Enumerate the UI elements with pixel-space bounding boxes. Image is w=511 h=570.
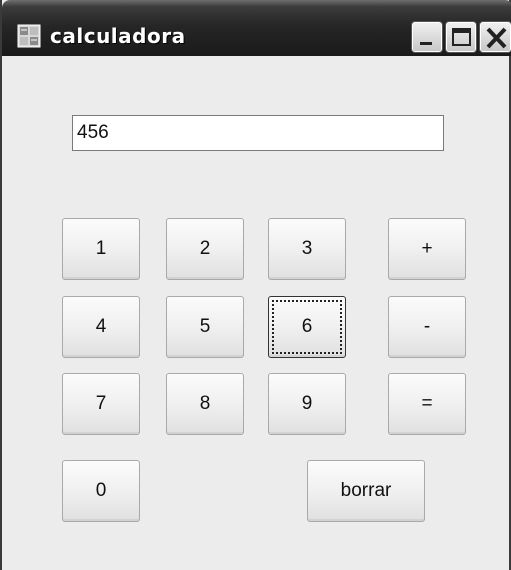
minimize-button[interactable] (412, 22, 442, 52)
close-button[interactable] (480, 22, 511, 52)
key-6-button[interactable]: 6 (268, 296, 346, 358)
key-5-button[interactable]: 5 (166, 296, 244, 358)
clear-button[interactable]: borrar (307, 460, 425, 522)
key-2-button[interactable]: 2 (166, 218, 244, 280)
key-8-button[interactable]: 8 (166, 373, 244, 435)
calculator-window: calculadora 1 2 3 + 4 5 6 - 7 8 9 = (0, 0, 511, 570)
display-field[interactable] (72, 115, 444, 151)
window-title: calculadora (50, 24, 186, 48)
calculator-window-icon[interactable] (17, 24, 41, 48)
key-9-button[interactable]: 9 (268, 373, 346, 435)
key-3-button[interactable]: 3 (268, 218, 346, 280)
title-bar[interactable]: calculadora (2, 0, 511, 56)
plus-button[interactable]: + (388, 218, 466, 280)
minimize-icon (420, 42, 432, 45)
equals-button[interactable]: = (388, 373, 466, 435)
key-7-button[interactable]: 7 (62, 373, 140, 435)
key-4-button[interactable]: 4 (62, 296, 140, 358)
key-0-button[interactable]: 0 (62, 460, 140, 522)
maximize-button[interactable] (446, 22, 476, 52)
minus-button[interactable]: - (388, 296, 466, 358)
key-1-button[interactable]: 1 (62, 218, 140, 280)
maximize-icon (452, 28, 471, 46)
close-icon (486, 27, 507, 49)
